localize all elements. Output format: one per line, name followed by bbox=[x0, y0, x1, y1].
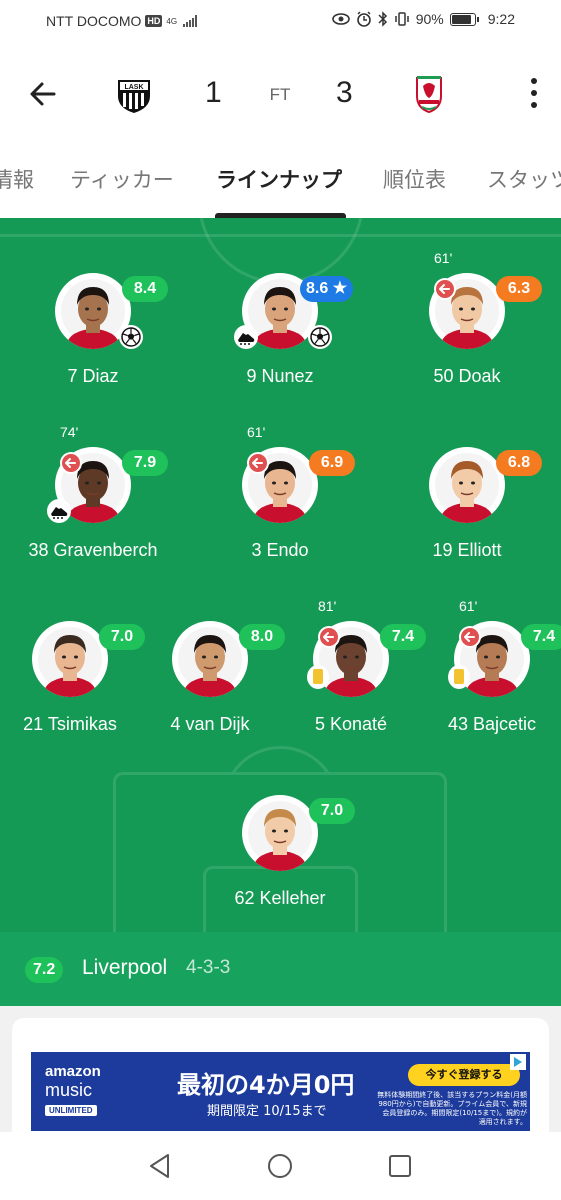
more-options-icon[interactable] bbox=[529, 78, 539, 108]
signal-icon bbox=[183, 15, 198, 27]
player-photo bbox=[242, 795, 318, 871]
player-name: 3 Endo bbox=[251, 540, 309, 560]
ad-cta-button[interactable]: 今すぐ登録する bbox=[408, 1064, 520, 1086]
player-name: 43 Bajcetic bbox=[447, 714, 537, 734]
player-card[interactable]: 7.0 62 Kelleher bbox=[200, 795, 360, 915]
away-score: 3 bbox=[336, 76, 353, 109]
status-right: 90% 9:22 bbox=[331, 11, 515, 27]
substituted-out-icon bbox=[60, 452, 82, 474]
player-name: 21 Tsimikas bbox=[23, 714, 117, 734]
substitution-minute: 61' bbox=[434, 250, 453, 266]
ad-brand: amazon music UNLIMITED bbox=[45, 1064, 101, 1118]
ad-headline: 最初の4か月0円 bbox=[177, 1071, 355, 1099]
player-name: 38 Gravenberch bbox=[28, 540, 158, 560]
tab-standings[interactable]: 順位表 bbox=[383, 164, 446, 194]
team-formation: 4-3-3 bbox=[186, 957, 231, 978]
network-label: 4G bbox=[166, 16, 178, 26]
home-team-logo[interactable]: LASK bbox=[115, 74, 153, 114]
substituted-out-icon bbox=[434, 278, 456, 300]
back-arrow-icon[interactable] bbox=[26, 76, 62, 112]
status-bar: NTT DOCOMO HD 4G 90% 9:22 bbox=[0, 0, 561, 42]
substitution-minute: 81' bbox=[318, 598, 337, 614]
player-name: 19 Elliott bbox=[432, 540, 502, 560]
ad-brand-line1: amazon bbox=[45, 1063, 101, 1080]
player-rating-badge: 7.9 bbox=[122, 450, 168, 476]
hd-badge: HD bbox=[145, 15, 163, 27]
substitution-minute: 61' bbox=[459, 598, 478, 614]
ad-subline: 期間限定 10/15まで bbox=[207, 1104, 327, 1119]
status-left: NTT DOCOMO HD 4G bbox=[46, 13, 198, 29]
battery-icon bbox=[449, 12, 479, 26]
ad-brand-line2: music bbox=[45, 1080, 93, 1100]
substituted-out-icon bbox=[247, 452, 269, 474]
player-name: 50 Doak bbox=[433, 366, 501, 386]
player-card[interactable]: 6.3 61' 50 Doak bbox=[387, 250, 547, 393]
match-header: LASK 1 FT 3 bbox=[0, 52, 561, 134]
player-photo bbox=[172, 621, 248, 697]
yellow-card-icon bbox=[307, 665, 329, 689]
player-rating-badge: 7.0 bbox=[309, 798, 355, 824]
player-photo bbox=[429, 447, 505, 523]
player-card[interactable]: 7.4 81' 5 Konaté bbox=[271, 598, 431, 741]
player-card[interactable]: 8.6 ★ 9 Nunez bbox=[200, 273, 360, 393]
yellow-card-icon bbox=[448, 665, 470, 689]
carrier-label: NTT DOCOMO bbox=[46, 13, 142, 29]
player-name: 4 van Dijk bbox=[170, 714, 250, 734]
halfway-line bbox=[0, 218, 561, 237]
recents-square-icon[interactable] bbox=[386, 1152, 414, 1180]
home-score: 1 bbox=[205, 76, 222, 109]
tab-bar: 情報 ティッカー ラインナップ 順位表 スタッツ bbox=[0, 152, 561, 218]
player-card[interactable]: 7.0 21 Tsimikas bbox=[0, 621, 150, 741]
player-rating-badge: 7.4 bbox=[521, 624, 561, 650]
player-card[interactable]: 6.9 61' 3 Endo bbox=[200, 424, 360, 567]
away-team-logo[interactable] bbox=[410, 74, 448, 114]
player-card[interactable]: 8.0 4 van Dijk bbox=[130, 621, 290, 741]
goal-ball-icon bbox=[119, 325, 143, 349]
player-name: 62 Kelleher bbox=[234, 888, 326, 908]
ad-fine-print: 無料体験期間終了後、該当するプラン料金(月額980円から)で自動更新。プライム会… bbox=[377, 1091, 527, 1126]
ad-banner[interactable]: amazon music UNLIMITED 最初の4か月0円 期間限定 10/… bbox=[31, 1052, 530, 1131]
tab-lineup[interactable]: ラインナップ bbox=[216, 164, 342, 194]
player-card[interactable]: 7.4 61' 43 Bajcetic bbox=[412, 598, 561, 741]
player-rating-badge: 6.9 bbox=[309, 450, 355, 476]
substituted-out-icon bbox=[318, 626, 340, 648]
team-rating-badge: 7.2 bbox=[25, 957, 64, 983]
substitution-minute: 61' bbox=[247, 424, 266, 440]
player-rating-badge: 6.3 bbox=[496, 276, 542, 302]
vibrate-icon bbox=[394, 12, 409, 26]
ad-brand-line3: UNLIMITED bbox=[45, 1105, 97, 1116]
player-card[interactable]: 8.4 7 Diaz bbox=[13, 273, 173, 393]
home-circle-icon[interactable] bbox=[266, 1152, 294, 1180]
match-status: FT bbox=[269, 85, 291, 104]
assist-boot-icon bbox=[47, 499, 71, 523]
substitution-minute: 74' bbox=[60, 424, 79, 440]
pitch: 8.4 7 Diaz 8.6 ★ 9 Nunez 6.3 61' 50 Doak 7.9 74'… bbox=[0, 218, 561, 932]
alarm-icon bbox=[356, 11, 371, 27]
substituted-out-icon bbox=[459, 626, 481, 648]
player-rating-badge: 8.4 bbox=[122, 276, 168, 302]
player-name: 9 Nunez bbox=[246, 366, 314, 386]
ad-choices-icon[interactable] bbox=[510, 1054, 526, 1070]
assist-boot-icon bbox=[234, 325, 258, 349]
player-rating-badge: 8.6 ★ bbox=[300, 276, 354, 302]
player-photo bbox=[32, 621, 108, 697]
team-name[interactable]: Liverpool bbox=[82, 956, 167, 980]
player-card[interactable]: 7.9 74' 38 Gravenberch bbox=[13, 424, 173, 567]
bluetooth-icon bbox=[378, 11, 387, 27]
battery-percent: 90% bbox=[415, 11, 444, 27]
goal-ball-icon bbox=[308, 325, 332, 349]
system-nav-bar bbox=[0, 1132, 561, 1200]
player-name: 5 Konaté bbox=[314, 714, 388, 734]
home-team-logo-text: LASK bbox=[124, 84, 143, 91]
eye-icon bbox=[331, 13, 350, 25]
tab-ticker[interactable]: ティッカー bbox=[70, 164, 174, 194]
tab-stats[interactable]: スタッツ bbox=[487, 164, 561, 194]
clock: 9:22 bbox=[487, 11, 515, 27]
team-bar: 7.2 Liverpool 4-3-3 bbox=[0, 932, 561, 1006]
player-name: 7 Diaz bbox=[67, 366, 119, 386]
player-rating-badge: 6.8 bbox=[496, 450, 542, 476]
back-triangle-icon[interactable] bbox=[146, 1152, 174, 1180]
player-card[interactable]: 6.8 19 Elliott bbox=[387, 447, 547, 567]
tab-info[interactable]: 情報 bbox=[0, 164, 34, 194]
